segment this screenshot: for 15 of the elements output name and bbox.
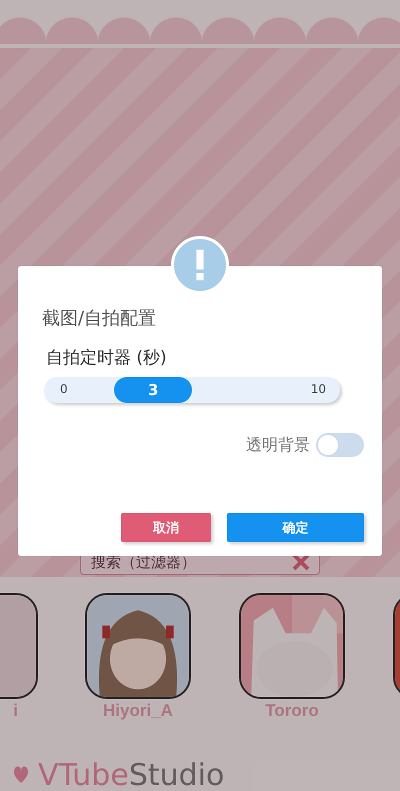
toggle-label: 透明背景	[246, 434, 310, 456]
slider-thumb[interactable]: 3	[114, 377, 192, 403]
model-name: Tororo	[265, 701, 319, 721]
model-name: Hiyori_A	[103, 701, 173, 721]
model-name: i	[13, 701, 18, 721]
slider-min: 0	[60, 382, 68, 396]
slider-max: 10	[310, 382, 326, 396]
timer-slider[interactable]: 0 3 10	[44, 377, 340, 403]
cancel-button[interactable]: 取消	[121, 513, 211, 542]
toggle-switch[interactable]	[316, 433, 364, 457]
slider-label: 自拍定时器 (秒)	[46, 347, 168, 369]
confirm-button[interactable]: 确定	[227, 513, 364, 542]
dialog-title: 截图/自拍配置	[42, 307, 158, 330]
logo-text: VTube	[38, 761, 129, 791]
logo-text: Studio	[128, 761, 224, 791]
